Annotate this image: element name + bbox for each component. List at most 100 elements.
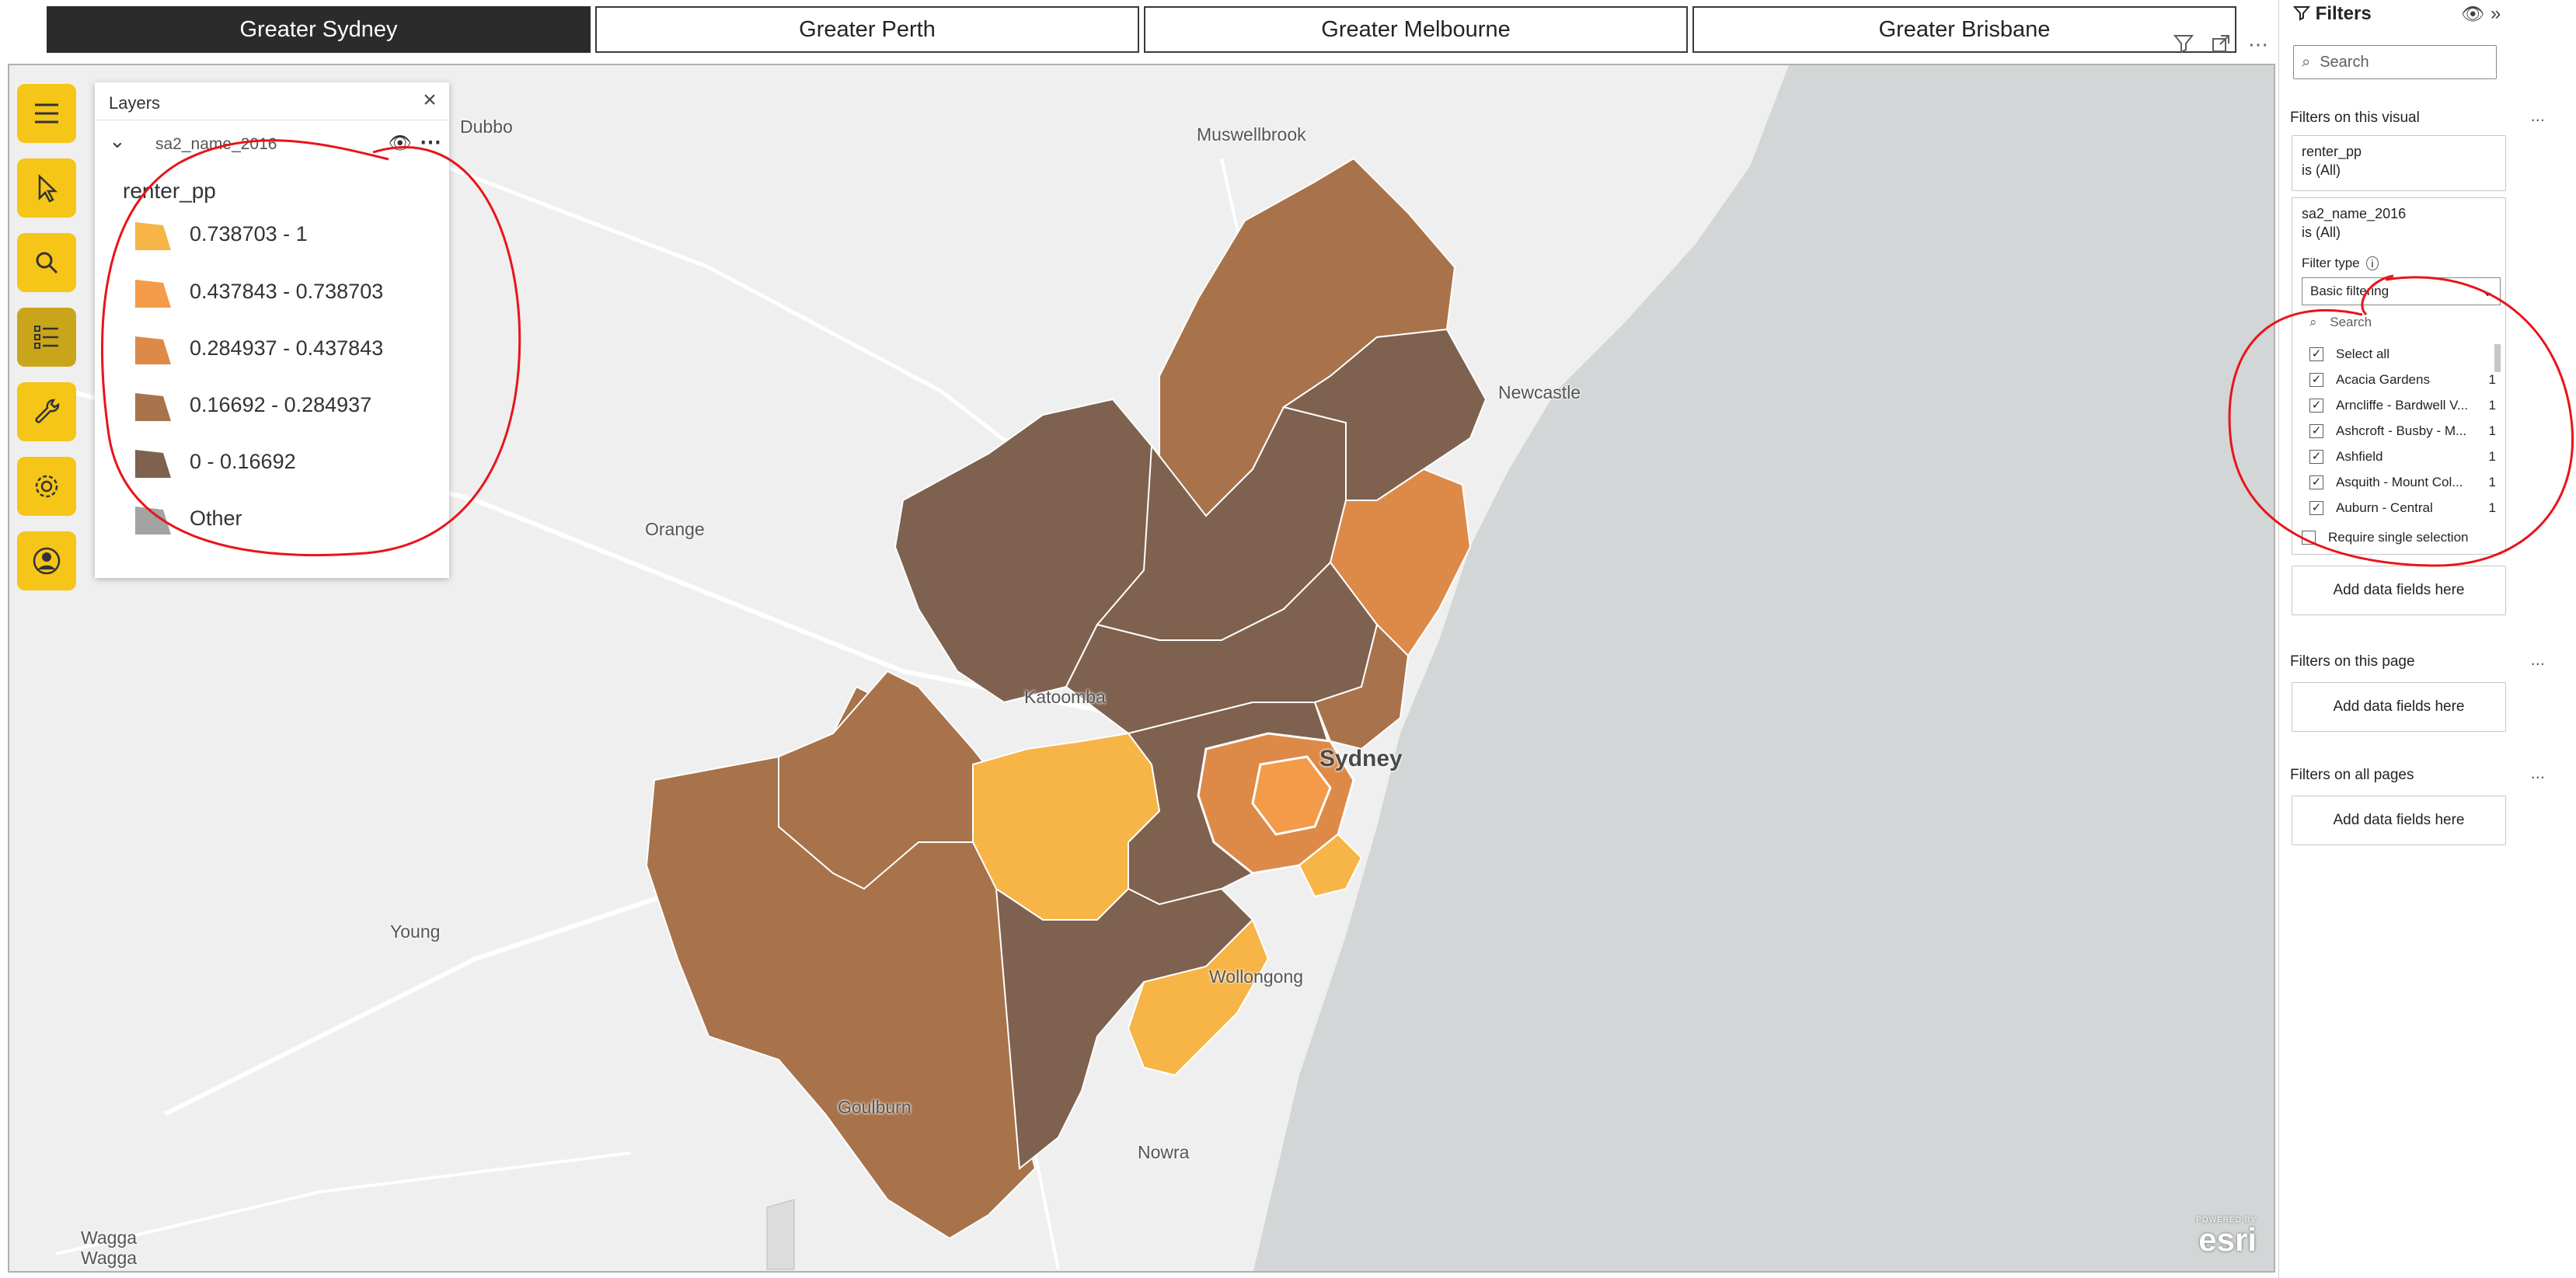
- filter-list-search[interactable]: ⌕ Search: [2302, 310, 2508, 335]
- legend-label: 0 - 0.16692: [190, 450, 296, 473]
- filter-type-dropdown[interactable]: Basic filtering ⌄: [2302, 277, 2501, 305]
- filters-pane: Filters 👁 » ⌕ Search Filters on this vis…: [2278, 0, 2576, 1278]
- legend-item: 0.284937 - 0.437843: [134, 327, 429, 371]
- filter-type-value: Basic filtering: [2310, 284, 2390, 298]
- place-label-sydney: Sydney: [1319, 746, 1403, 771]
- filter-card-state: is (All): [2302, 162, 2341, 178]
- legend-tool-button[interactable]: [17, 308, 76, 367]
- select-tool-button[interactable]: [17, 158, 76, 218]
- layer-row: ⌄ sa2_name_2016 👁 ⋯: [109, 129, 441, 160]
- list-item-count: 1: [2488, 475, 2496, 489]
- list-item-label: Auburn - Central: [2336, 500, 2433, 515]
- list-item-select-all[interactable]: ✓ Select all: [2309, 344, 2496, 367]
- list-item[interactable]: ✓ Auburn - Central 1: [2309, 498, 2496, 521]
- legend-item: 0.738703 - 1: [134, 213, 429, 256]
- filters-title-text: Filters: [2315, 3, 2372, 24]
- select-arrow-icon: [38, 174, 58, 203]
- filter-card-sa2-name[interactable]: sa2_name_2016 is (All) Filter type i Bas…: [2292, 197, 2506, 555]
- legend-item: 0 - 0.16692: [134, 441, 429, 484]
- account-button[interactable]: [17, 531, 76, 590]
- search-icon: ⌕: [2309, 315, 2317, 329]
- menu-button[interactable]: [17, 84, 76, 143]
- chevron-down-icon[interactable]: ⌄: [109, 129, 126, 153]
- settings-button[interactable]: [17, 457, 76, 516]
- collapse-pane-icon[interactable]: »: [2491, 3, 2501, 25]
- list-item-label: Asquith - Mount Col...: [2336, 475, 2463, 489]
- layer-name: sa2_name_2016: [155, 135, 277, 153]
- more-options-icon[interactable]: ⋯: [420, 129, 441, 155]
- filter-type-label-text: Filter type: [2302, 256, 2360, 270]
- more-options-icon[interactable]: ...: [2531, 106, 2545, 126]
- section-filters-on-page: Filters on this page: [2290, 653, 2415, 670]
- list-item-label: Ashcroft - Busby - M...: [2336, 423, 2467, 438]
- legend-swatch: [135, 280, 171, 308]
- list-item[interactable]: ✓ Ashfield 1: [2309, 447, 2496, 470]
- visibility-eye-icon[interactable]: 👁: [389, 132, 412, 155]
- legend-list-icon: [34, 326, 58, 349]
- layers-panel: Layers × ⌄ sa2_name_2016 👁 ⋯ renter_pp 0…: [95, 82, 449, 578]
- place-label-young: Young: [390, 921, 441, 942]
- checkbox[interactable]: ✓: [2309, 347, 2323, 361]
- list-item[interactable]: ✓ Arncliffe - Bardwell V... 1: [2309, 395, 2496, 419]
- legend-label: 0.284937 - 0.437843: [190, 336, 384, 360]
- place-label-wagga-2: Wagga: [81, 1248, 138, 1268]
- user-account-icon: [33, 547, 61, 575]
- list-item-count: 1: [2488, 372, 2496, 387]
- focus-mode-icon[interactable]: [2209, 33, 2233, 56]
- list-item-count: 1: [2488, 423, 2496, 438]
- search-icon: [36, 252, 58, 274]
- list-scrollbar[interactable]: [2494, 344, 2501, 372]
- checkbox[interactable]: ✓: [2309, 501, 2323, 515]
- tab-greater-brisbane[interactable]: Greater Brisbane: [1692, 6, 2236, 53]
- checkbox[interactable]: ✓: [2309, 424, 2323, 438]
- section-filters-on-visual: Filters on this visual: [2290, 110, 2420, 126]
- checkbox[interactable]: [2302, 531, 2316, 545]
- tab-greater-melbourne[interactable]: Greater Melbourne: [1144, 6, 1688, 53]
- checkbox[interactable]: ✓: [2309, 373, 2323, 387]
- list-item[interactable]: ✓ Acacia Gardens 1: [2309, 370, 2496, 393]
- filter-icon[interactable]: [2172, 33, 2195, 56]
- list-item-label: Arncliffe - Bardwell V...: [2336, 398, 2469, 413]
- add-data-fields-all-pages[interactable]: Add data fields here: [2292, 796, 2506, 845]
- legend-label: 0.437843 - 0.738703: [190, 280, 384, 303]
- more-options-icon[interactable]: ...: [2531, 763, 2545, 783]
- legend-swatch: [135, 450, 171, 478]
- checkbox[interactable]: ✓: [2309, 399, 2323, 413]
- tab-greater-sydney[interactable]: Greater Sydney: [47, 6, 591, 53]
- checkbox[interactable]: ✓: [2309, 450, 2323, 464]
- list-item-count: 1: [2488, 500, 2496, 515]
- more-options-icon[interactable]: ...: [2531, 649, 2545, 670]
- more-options-icon[interactable]: ⋯: [2247, 33, 2270, 56]
- eye-visibility-icon[interactable]: 👁: [2461, 3, 2484, 26]
- tab-greater-perth[interactable]: Greater Perth: [595, 6, 1139, 53]
- info-icon: i: [2366, 256, 2379, 270]
- map-toolbar: [17, 84, 84, 606]
- filters-search-placeholder: Search: [2320, 53, 2369, 71]
- legend-swatch: [135, 336, 171, 364]
- layers-title: Layers: [109, 93, 161, 113]
- require-single-label: Require single selection: [2328, 530, 2469, 545]
- list-item[interactable]: ✓ Ashcroft - Busby - M... 1: [2309, 421, 2496, 444]
- search-tool-button[interactable]: [17, 233, 76, 292]
- filter-icon: [2292, 6, 2311, 21]
- legend-swatch: [135, 393, 171, 421]
- close-icon[interactable]: ×: [418, 89, 441, 112]
- list-item-count: 1: [2488, 398, 2496, 413]
- list-item[interactable]: ✓ Asquith - Mount Col... 1: [2309, 472, 2496, 496]
- filter-list-search-placeholder: Search: [2330, 315, 2372, 329]
- legend-label: Other: [190, 507, 242, 530]
- legend-item: Other: [134, 497, 429, 541]
- esri-logo: esri: [2198, 1221, 2257, 1258]
- legend-swatch: [135, 222, 171, 250]
- require-single-selection[interactable]: Require single selection: [2302, 528, 2488, 551]
- filters-title: Filters: [2292, 3, 2372, 25]
- filters-search-input[interactable]: ⌕ Search: [2293, 45, 2497, 79]
- tools-button[interactable]: [17, 382, 76, 441]
- checkbox[interactable]: ✓: [2309, 475, 2323, 489]
- legend-swatch: [135, 507, 171, 535]
- place-label-muswellbrook: Muswellbrook: [1197, 124, 1306, 145]
- add-data-fields-visual[interactable]: Add data fields here: [2292, 566, 2506, 615]
- add-data-fields-page[interactable]: Add data fields here: [2292, 682, 2506, 732]
- place-label-dubbo: Dubbo: [460, 117, 513, 137]
- filter-card-renter-pp[interactable]: renter_pp is (All): [2292, 135, 2506, 191]
